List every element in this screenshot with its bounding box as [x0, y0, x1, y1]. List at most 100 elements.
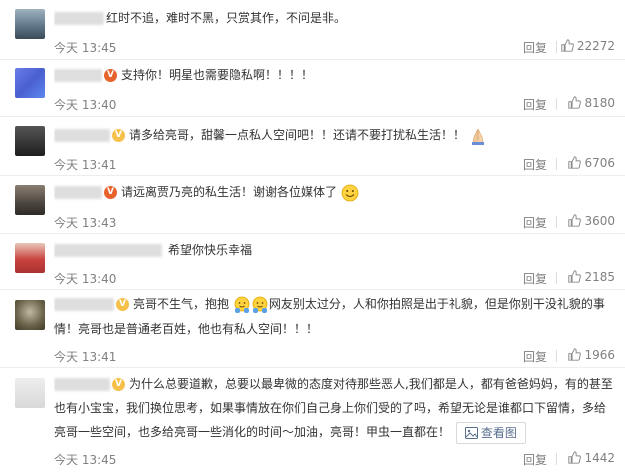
thumbs-up-icon [568, 270, 582, 283]
verified-badge: V [112, 129, 125, 142]
like-button[interactable]: 8180 [568, 96, 615, 110]
comment-body: 红时不追，难时不黑，只赏其作，不问是非。 [54, 6, 615, 30]
hug-emoji [234, 296, 250, 313]
avatar[interactable] [15, 185, 45, 215]
timestamp: 今天 13:40 [54, 272, 117, 286]
username[interactable] [54, 12, 104, 25]
comment-text: 红时不追，难时不黑，只赏其作，不问是非。 [106, 11, 347, 25]
like-count: 1442 [584, 451, 615, 465]
like-button[interactable]: 1442 [568, 451, 615, 465]
divider [556, 350, 557, 362]
comment-text-line: 为什么总要道歉，总要以最卑微的态度对待那些恶人,我们都是人，都有爸爸妈妈，有的甚… [129, 377, 613, 391]
comment-meta: 今天 13:41 回复 6706 [54, 154, 615, 174]
timestamp: 今天 13:40 [54, 98, 117, 112]
reply-button[interactable]: 回复 [523, 39, 547, 56]
divider [556, 41, 557, 53]
comment-text-line: 网友别太过分，人和你拍照是出于礼貌，但是你别干没礼貌的事 [268, 297, 605, 311]
like-button[interactable]: 22272 [561, 39, 615, 53]
thumbs-up-icon [568, 214, 582, 227]
comment-text: 支持你！明星也需要隐私啊！！！！ [121, 68, 314, 82]
reply-button[interactable]: 回复 [523, 96, 547, 113]
like-button[interactable]: 3600 [568, 214, 615, 228]
thumbs-up-icon [568, 96, 582, 109]
avatar[interactable] [15, 126, 45, 156]
username[interactable] [54, 378, 110, 391]
reply-button[interactable]: 回复 [523, 214, 547, 231]
divider [556, 158, 557, 170]
username[interactable] [54, 129, 110, 142]
avatar[interactable] [15, 378, 45, 408]
like-count: 1966 [584, 348, 615, 362]
image-icon [464, 426, 478, 439]
comment-body: V 为什么总要道歉，总要以最卑微的态度对待那些恶人,我们都是人，都有爸爸妈妈，有的… [54, 372, 615, 444]
like-count: 8180 [584, 96, 615, 110]
comment-item: V 亮哥不生气，抱抱 网友别太过分，人和你拍照是出于礼貌，但是你别干没礼貌的事 情… [0, 290, 625, 368]
comment-text: 希望你快乐幸福 [168, 243, 253, 257]
divider [556, 453, 557, 465]
timestamp: 今天 13:45 [54, 453, 117, 467]
comment-body: V 请多给亮哥，甜馨一点私人空间吧！！还请不要打扰私生活！！ [54, 123, 615, 147]
comment-meta: 今天 13:43 回复 3600 [54, 212, 615, 232]
comment-body: V 请远离贾乃亮的私生活！谢谢各位媒体了 [54, 180, 615, 204]
pray-emoji [471, 128, 484, 145]
divider [556, 98, 557, 110]
comment-item: V 支持你！明星也需要隐私啊！！！！ 今天 13:40 回复 8180 [0, 60, 625, 117]
smile-emoji [341, 184, 359, 201]
verified-badge: V [116, 298, 129, 311]
comment-body: V 支持你！明星也需要隐私啊！！！！ [54, 63, 615, 87]
like-count: 22272 [576, 39, 615, 53]
hug-emoji [252, 296, 268, 313]
reply-button[interactable]: 回复 [523, 451, 547, 468]
comment-list: 红时不追，难时不黑，只赏其作，不问是非。 今天 13:45 回复 22272 V… [0, 0, 625, 473]
timestamp: 今天 13:41 [54, 350, 117, 364]
username[interactable] [54, 69, 102, 82]
verified-badge: V [112, 378, 125, 391]
reply-button[interactable]: 回复 [523, 156, 547, 173]
username[interactable] [54, 244, 162, 257]
comment-item: V 请远离贾乃亮的私生活！谢谢各位媒体了 今天 13:43 回复 3600 [0, 176, 625, 234]
like-count: 2185 [584, 270, 615, 284]
timestamp: 今天 13:41 [54, 158, 117, 172]
comment-text: 请远离贾乃亮的私生活！谢谢各位媒体了 [121, 185, 338, 199]
comment-text-line: 也有小宝宝，我们换位思考，如果事情放在你们自己身上你们受的了吗，希望无论是谁都口… [54, 401, 607, 415]
like-button[interactable]: 1966 [568, 348, 615, 362]
avatar[interactable] [15, 68, 45, 98]
avatar[interactable] [15, 243, 45, 273]
like-button[interactable]: 6706 [568, 156, 615, 170]
comment-text-line: 亮哥不生气，抱抱 [133, 297, 230, 311]
verified-badge: V [104, 69, 117, 82]
divider [556, 272, 557, 284]
avatar[interactable] [15, 9, 45, 39]
verified-badge: V [104, 186, 117, 199]
thumbs-up-icon [568, 156, 582, 169]
comment-text-line: 情！亮哥也是普通老百姓，他也有私人空间！！！ [54, 322, 319, 336]
comment-meta: 今天 13:40 回复 2185 [54, 268, 615, 288]
comment-item: 红时不追，难时不黑，只赏其作，不问是非。 今天 13:45 回复 22272 [0, 0, 625, 60]
thumbs-up-icon [568, 451, 582, 464]
reply-button[interactable]: 回复 [523, 270, 547, 287]
thumbs-up-icon [561, 39, 574, 52]
like-count: 3600 [584, 214, 615, 228]
timestamp: 今天 13:45 [54, 41, 117, 55]
timestamp: 今天 13:43 [54, 216, 117, 230]
comment-meta: 今天 13:45 回复 1442 [54, 449, 615, 469]
username[interactable] [54, 298, 114, 311]
comment-item: V 为什么总要道歉，总要以最卑微的态度对待那些恶人,我们都是人，都有爸爸妈妈，有的… [0, 368, 625, 473]
comment-meta: 今天 13:45 回复 22272 [54, 37, 615, 57]
comment-item: V 请多给亮哥，甜馨一点私人空间吧！！还请不要打扰私生活！！ 今天 13:41 回… [0, 117, 625, 176]
avatar[interactable] [15, 300, 45, 330]
comment-meta: 今天 13:40 回复 8180 [54, 94, 615, 114]
comment-item: 希望你快乐幸福 今天 13:40 回复 2185 [0, 234, 625, 290]
comment-text-line: 亮哥一些空间，也多给亮哥一些消化的时间～加油，亮哥！甲虫一直都在！ [54, 425, 451, 439]
view-image-label: 查看图 [480, 425, 517, 440]
comment-meta: 今天 13:41 回复 1966 [54, 346, 615, 366]
view-image-button[interactable]: 查看图 [455, 421, 526, 444]
comment-text: 请多给亮哥，甜馨一点私人空间吧！！还请不要打扰私生活！！ [129, 128, 466, 142]
thumbs-up-icon [568, 348, 582, 361]
reply-button[interactable]: 回复 [523, 348, 547, 365]
divider [556, 216, 557, 228]
username[interactable] [54, 186, 102, 199]
like-button[interactable]: 2185 [568, 270, 615, 284]
like-count: 6706 [584, 156, 615, 170]
comment-body: V 亮哥不生气，抱抱 网友别太过分，人和你拍照是出于礼貌，但是你别干没礼貌的事 情… [54, 292, 615, 342]
